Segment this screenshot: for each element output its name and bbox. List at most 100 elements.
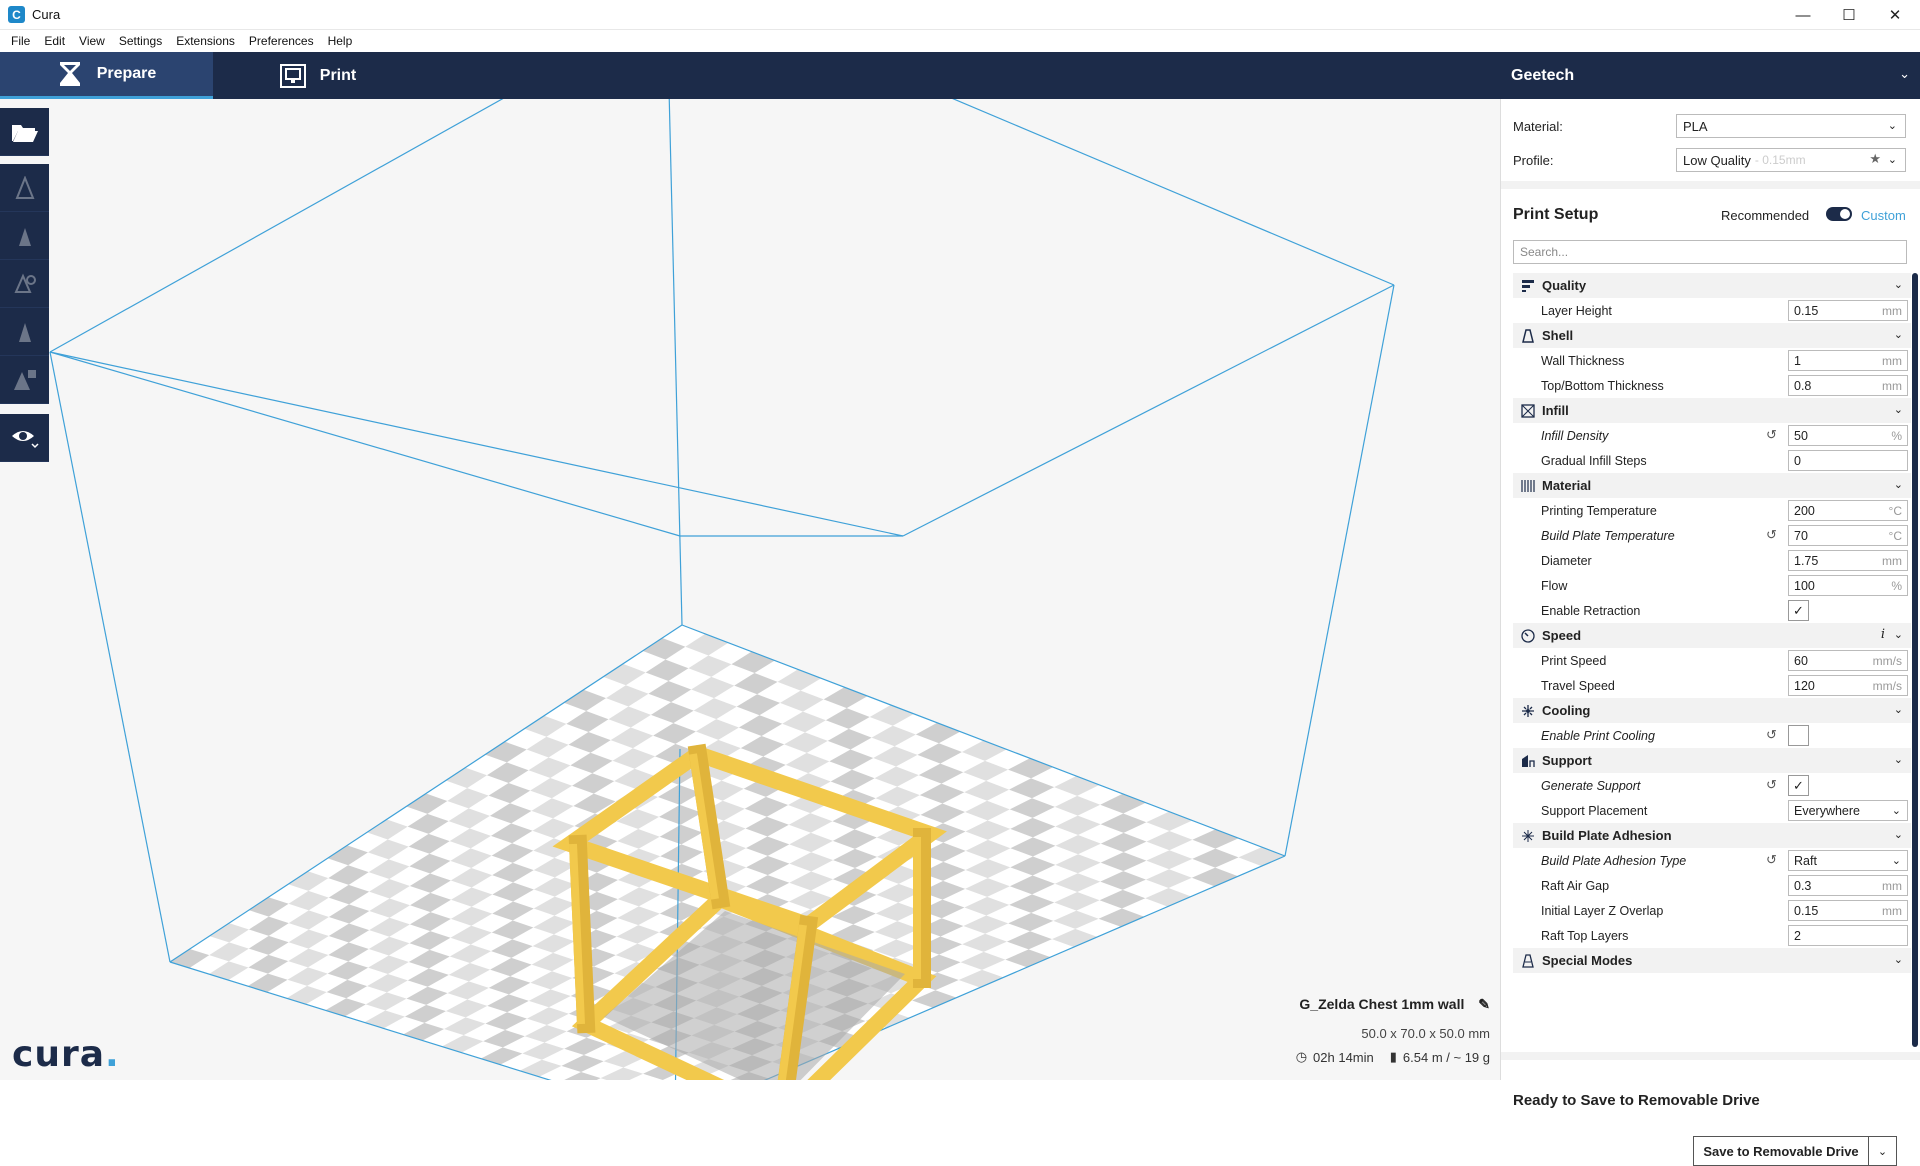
view-mode-button[interactable] (0, 414, 49, 462)
setting-value: 1.75 (1794, 554, 1818, 568)
rotate-tool-button[interactable] (0, 260, 49, 308)
machine-name: Geetech (1511, 67, 1574, 85)
scale-tool-button[interactable] (0, 212, 49, 260)
category-support[interactable]: Support⌄ (1513, 748, 1911, 773)
recommended-mode-label[interactable]: Recommended (1721, 208, 1809, 223)
menu-edit[interactable]: Edit (44, 34, 65, 48)
close-button[interactable]: ✕ (1872, 0, 1918, 30)
edit-pencil-icon[interactable]: ✎ (1478, 996, 1490, 1012)
open-file-button[interactable] (0, 108, 49, 156)
setting-row: Initial Layer Z Overlap 0.15mm (1513, 898, 1911, 923)
model-dimensions: 50.0 x 70.0 x 50.0 mm (1296, 1026, 1490, 1041)
category-label: Material (1542, 478, 1591, 493)
category-label: Special Modes (1542, 953, 1632, 968)
setting-input[interactable]: 2 (1788, 925, 1908, 946)
settings-sidebar: Material: PLA ⌄ Profile: Low Quality - 0… (1500, 99, 1920, 1080)
chevron-down-icon[interactable]: ⌄ (1899, 66, 1910, 82)
settings-search-input[interactable]: Search... (1513, 240, 1907, 264)
setting-input[interactable]: 1mm (1788, 350, 1908, 371)
save-to-removable-drive-button[interactable]: Save to Removable Drive (1693, 1136, 1869, 1166)
menu-view[interactable]: View (79, 34, 105, 48)
setting-input[interactable]: 200°C (1788, 500, 1908, 521)
divider (1501, 1052, 1920, 1060)
tab-prepare[interactable]: Prepare (0, 52, 213, 99)
mirror-tool-button[interactable] (0, 308, 49, 356)
save-options-dropdown[interactable]: ⌄ (1869, 1136, 1897, 1166)
setting-input[interactable]: 70°C (1788, 525, 1908, 546)
category-cooling[interactable]: Cooling⌄ (1513, 698, 1911, 723)
category-infill[interactable]: Infill⌄ (1513, 398, 1911, 423)
setting-checkbox[interactable]: ✓ (1788, 775, 1809, 796)
chevron-down-icon: ⌄ (1888, 119, 1897, 132)
setting-row: Print Speed60mm/s (1513, 648, 1911, 673)
tab-print[interactable]: Print (213, 52, 423, 99)
setting-input[interactable]: 60mm/s (1788, 650, 1908, 671)
profile-select[interactable]: Low Quality - 0.15mm ★ ⌄ (1676, 148, 1906, 172)
star-icon[interactable]: ★ (1869, 151, 1881, 167)
per-model-settings-button[interactable] (0, 356, 49, 404)
chevron-down-icon: ⌄ (1894, 753, 1903, 766)
menu-settings[interactable]: Settings (119, 34, 162, 48)
setting-input[interactable]: 1.75 mm (1788, 550, 1908, 571)
chevron-down-icon: ⌄ (1894, 953, 1903, 966)
setting-input[interactable]: 0.15mm (1788, 900, 1908, 921)
menu-preferences[interactable]: Preferences (249, 34, 314, 48)
setting-row: Build Plate Temperature↺70°C (1513, 523, 1911, 548)
setting-unit: °C (1889, 529, 1902, 543)
menu-help[interactable]: Help (328, 34, 353, 48)
reset-icon[interactable]: ↺ (1766, 727, 1777, 743)
category-material[interactable]: Material⌄ (1513, 473, 1911, 498)
material-icon (1519, 477, 1537, 495)
reset-icon[interactable]: ↺ (1766, 852, 1777, 868)
maximize-button[interactable]: ☐ (1826, 0, 1872, 30)
setting-input[interactable]: 120mm/s (1788, 675, 1908, 696)
reset-icon[interactable]: ↺ (1766, 777, 1777, 793)
setting-unit: % (1891, 579, 1902, 593)
minimize-button[interactable]: — (1780, 0, 1826, 30)
setting-input[interactable]: 0.15mm (1788, 300, 1908, 321)
3d-viewport[interactable] (0, 99, 1500, 1080)
setting-label: Top/Bottom Thickness (1541, 379, 1664, 393)
setting-input[interactable]: 0.3mm (1788, 875, 1908, 896)
custom-mode-label[interactable]: Custom (1861, 208, 1906, 223)
info-icon[interactable]: i (1881, 627, 1885, 642)
setting-row: Support PlacementEverywhere⌄ (1513, 798, 1911, 823)
machine-selector[interactable]: Geetech (1511, 52, 1574, 99)
category-quality[interactable]: Quality⌄ (1513, 273, 1911, 298)
model-info-panel: G_Zelda Chest 1mm wall ✎ 50.0 x 70.0 x 5… (1296, 996, 1490, 1065)
menu-extensions[interactable]: Extensions (176, 34, 235, 48)
build-volume-edge (1285, 285, 1394, 856)
setting-row: Flow100% (1513, 573, 1911, 598)
menu-file[interactable]: File (11, 34, 30, 48)
setting-input[interactable]: 100% (1788, 575, 1908, 596)
setting-label: Initial Layer Z Overlap (1541, 904, 1663, 918)
chevron-down-icon: ⌄ (1894, 828, 1903, 841)
reset-icon[interactable]: ↺ (1766, 527, 1777, 543)
category-build-plate-adhesion[interactable]: Build Plate Adhesion⌄ (1513, 823, 1911, 848)
setting-value: 0.3 (1794, 879, 1811, 893)
reset-icon[interactable]: ↺ (1766, 427, 1777, 443)
build-volume-edge (930, 99, 1394, 285)
setting-input[interactable]: 0 (1788, 450, 1908, 471)
setting-input[interactable]: 0.8mm (1788, 375, 1908, 396)
setting-checkbox[interactable]: ✓ (1788, 600, 1809, 621)
setting-value: Everywhere (1794, 804, 1860, 818)
setting-input[interactable]: 50% (1788, 425, 1908, 446)
setting-select[interactable]: Raft⌄ (1788, 850, 1908, 871)
profile-layer-height: - 0.15mm (1755, 153, 1806, 167)
special-modes-icon (1519, 952, 1537, 970)
category-special-modes[interactable]: Special Modes ⌄ (1513, 948, 1911, 973)
setting-checkbox[interactable] (1788, 725, 1809, 746)
settings-scrollbar[interactable] (1912, 273, 1918, 1047)
setting-select[interactable]: Everywhere ⌄ (1788, 800, 1908, 821)
setting-unit: mm (1882, 554, 1902, 568)
material-select[interactable]: PLA ⌄ (1676, 114, 1906, 138)
mode-toggle[interactable] (1826, 207, 1852, 221)
chevron-down-icon: ⌄ (1892, 804, 1901, 817)
menu-bar: File Edit View Settings Extensions Prefe… (0, 30, 1920, 52)
category-shell[interactable]: Shell⌄ (1513, 323, 1911, 348)
shell-icon (1519, 327, 1537, 345)
category-speed[interactable]: Speedi⌄ (1513, 623, 1911, 648)
material-label: Material: (1513, 119, 1563, 134)
move-tool-button[interactable] (0, 164, 49, 212)
